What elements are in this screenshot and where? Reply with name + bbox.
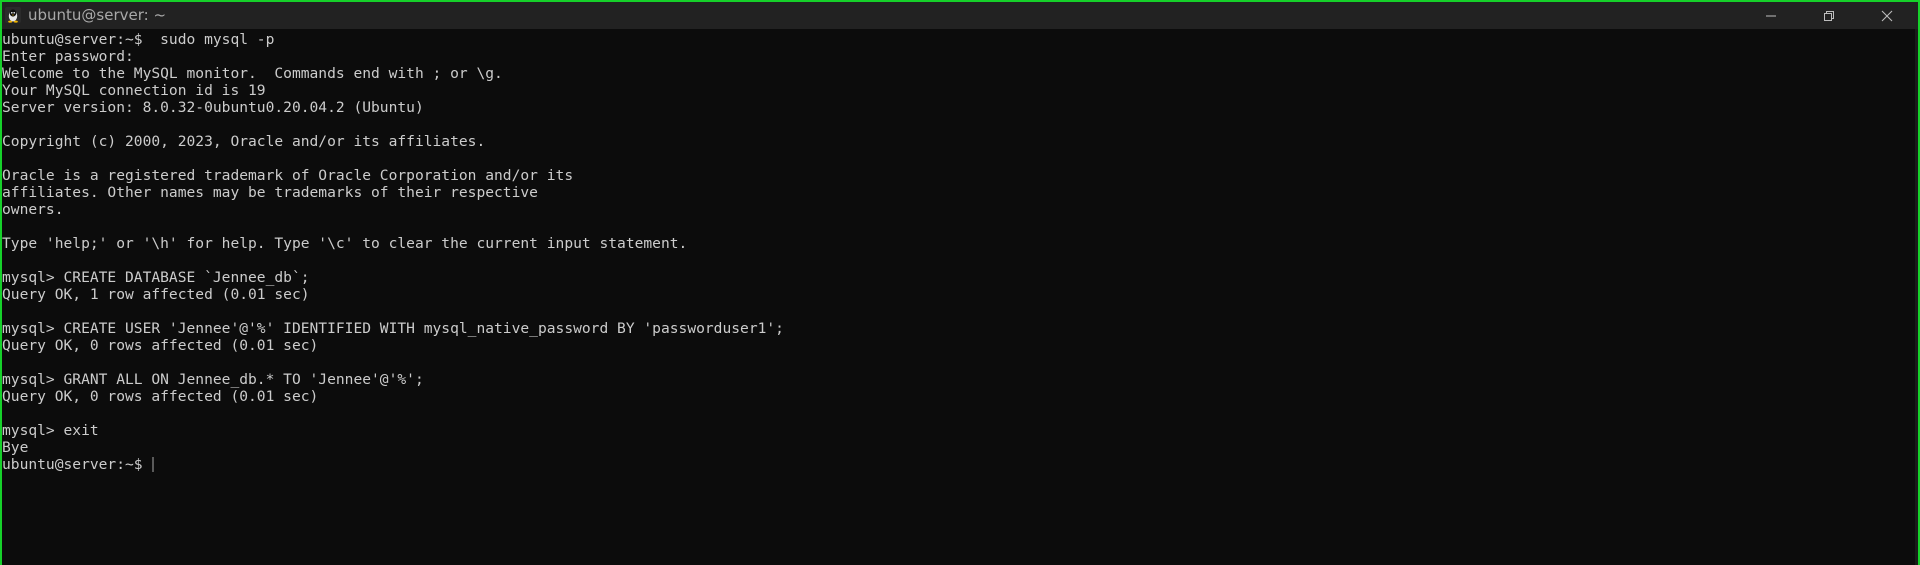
terminal-line: mysql> GRANT ALL ON Jennee_db.* TO 'Jenn…: [2, 371, 424, 388]
scrollbar[interactable]: [1915, 29, 1918, 565]
terminal-line: Query OK, 1 row affected (0.01 sec): [2, 286, 310, 303]
terminal-output[interactable]: ubuntu@server:~$ sudo mysql -p Enter pas…: [2, 29, 1917, 565]
terminal-line: Your MySQL connection id is 19: [2, 82, 266, 99]
restore-icon: [1823, 10, 1835, 22]
terminal-line: Type 'help;' or '\h' for help. Type '\c'…: [2, 235, 688, 252]
terminal-line: Oracle is a registered trademark of Orac…: [2, 167, 574, 184]
terminal-line: Welcome to the MySQL monitor. Commands e…: [2, 65, 503, 82]
title-bar[interactable]: ubuntu@server: ~: [2, 2, 1918, 29]
close-button[interactable]: [1858, 2, 1916, 29]
terminal-line: affiliates. Other names may be trademark…: [2, 184, 538, 201]
terminal-line: Bye: [2, 439, 29, 456]
terminal-line: Server version: 8.0.32-0ubuntu0.20.04.2 …: [2, 99, 424, 116]
maximize-button[interactable]: [1800, 2, 1858, 29]
terminal-line: Query OK, 0 rows affected (0.01 sec): [2, 388, 319, 405]
prompt-line[interactable]: ubuntu@server:~$: [2, 456, 1917, 473]
terminal-line: owners.: [2, 201, 64, 218]
linux-penguin-icon: [4, 6, 22, 24]
terminal-line: Query OK, 0 rows affected (0.01 sec): [2, 337, 319, 354]
terminal-line: Copyright (c) 2000, 2023, Oracle and/or …: [2, 133, 486, 150]
text-cursor: [152, 457, 155, 472]
terminal-line: mysql> CREATE DATABASE `Jennee_db`;: [2, 269, 310, 286]
terminal-window: ubuntu@server: ~ ubuntu@server:~$ sudo m…: [0, 0, 1920, 565]
terminal-line: Enter password:: [2, 48, 134, 65]
minimize-icon: [1765, 10, 1777, 22]
shell-prompt: ubuntu@server:~$: [2, 456, 152, 473]
window-title: ubuntu@server: ~: [28, 6, 167, 24]
close-icon: [1881, 10, 1893, 22]
minimize-button[interactable]: [1742, 2, 1800, 29]
terminal-line: ubuntu@server:~$ sudo mysql -p: [2, 31, 275, 48]
terminal-line: mysql> exit: [2, 422, 99, 439]
terminal-line: mysql> CREATE USER 'Jennee'@'%' IDENTIFI…: [2, 320, 784, 337]
